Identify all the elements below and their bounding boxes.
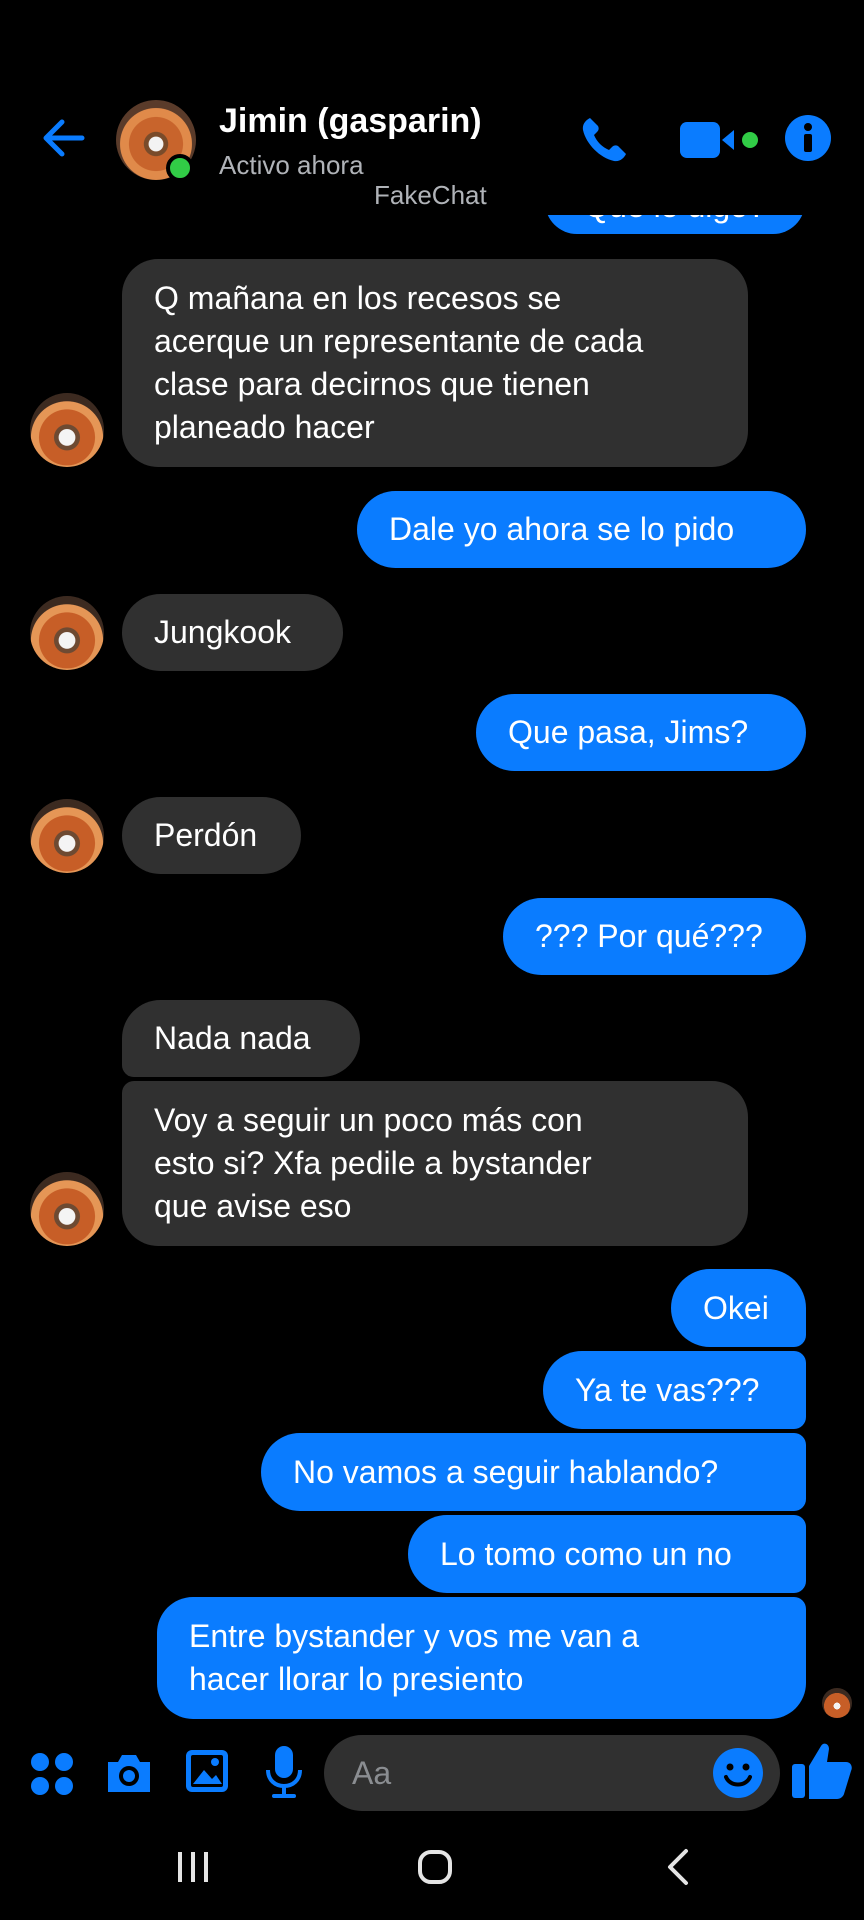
apps-menu-icon[interactable] [30, 1752, 74, 1796]
read-receipt-avatar [822, 1688, 852, 1718]
message-incoming[interactable]: Nada nada [122, 1000, 360, 1077]
message-line: acerque un representante de cada [154, 323, 644, 359]
contact-status: Activo ahora [219, 150, 364, 180]
message-line: planeado hacer [154, 409, 375, 445]
message-incoming[interactable]: Jungkook [122, 594, 343, 671]
message-outgoing[interactable]: Okei [671, 1269, 806, 1347]
message-text: Que pasa, Jims? [508, 714, 749, 750]
microphone-icon[interactable] [264, 1744, 304, 1800]
message-line: Voy a seguir un poco más con [154, 1102, 583, 1138]
message-text: Ya te vas??? [575, 1371, 760, 1408]
message-text: Okei [703, 1289, 769, 1326]
camera-icon[interactable] [104, 1748, 154, 1798]
recent-apps-icon[interactable] [176, 1850, 210, 1884]
message-text: Nada nada [154, 1020, 311, 1056]
gallery-icon[interactable] [184, 1748, 230, 1794]
message-text: ??? Por qué??? [535, 918, 763, 954]
conversation-header: Jimin (gasparin) Activo ahora FakeChat [0, 0, 864, 215]
message-input-placeholder: Aa [352, 1755, 392, 1791]
message-incoming[interactable]: Voy a seguir un poco más con esto si? Xf… [122, 1081, 748, 1246]
info-icon[interactable] [784, 114, 832, 162]
message-outgoing[interactable]: Dale yo ahora se lo pido [357, 491, 806, 568]
message-line: hacer llorar lo presiento [189, 1661, 524, 1697]
message-line: Q mañana en los recesos se [154, 280, 562, 316]
online-status-dot [166, 154, 194, 182]
back-nav-icon[interactable] [664, 1848, 692, 1886]
message-text: Dale yo ahora se lo pido [389, 511, 735, 547]
message-incoming[interactable]: Q mañana en los recesos se acerque un re… [122, 259, 748, 467]
message-outgoing[interactable]: No vamos a seguir hablando? [261, 1433, 806, 1511]
message-text: Jungkook [154, 614, 291, 650]
phone-call-icon[interactable] [576, 112, 632, 168]
home-icon[interactable] [417, 1849, 453, 1885]
message-line: que avise eso [154, 1188, 352, 1224]
message-incoming[interactable]: Perdón [122, 797, 301, 874]
back-arrow-icon[interactable] [38, 112, 90, 164]
message-text: Perdón [154, 817, 258, 853]
sender-avatar[interactable] [30, 596, 104, 670]
message-outgoing[interactable]: Ya te vas??? [543, 1351, 806, 1429]
sender-avatar[interactable] [30, 393, 104, 467]
sender-avatar[interactable] [30, 1172, 104, 1246]
message-outgoing[interactable]: Entre bystander y vos me van a hacer llo… [157, 1597, 806, 1719]
contact-name[interactable]: Jimin (gasparin) [219, 102, 482, 141]
message-outgoing[interactable]: ??? Por qué??? [503, 898, 806, 975]
message-line: esto si? Xfa pedile a bystander [154, 1145, 592, 1181]
message-outgoing[interactable]: Que pasa, Jims? [476, 694, 806, 771]
emoji-icon[interactable] [712, 1747, 764, 1799]
video-call-icon[interactable] [680, 118, 760, 162]
watermark-text: FakeChat [374, 180, 487, 210]
thumbs-up-icon[interactable] [790, 1738, 854, 1802]
sender-avatar[interactable] [30, 799, 104, 873]
message-line: Entre bystander y vos me van a [189, 1618, 639, 1654]
message-text: No vamos a seguir hablando? [293, 1453, 719, 1490]
message-line: clase para decirnos que tienen [154, 366, 590, 402]
message-outgoing[interactable]: Lo tomo como un no [408, 1515, 806, 1593]
message-text: Lo tomo como un no [440, 1535, 732, 1572]
